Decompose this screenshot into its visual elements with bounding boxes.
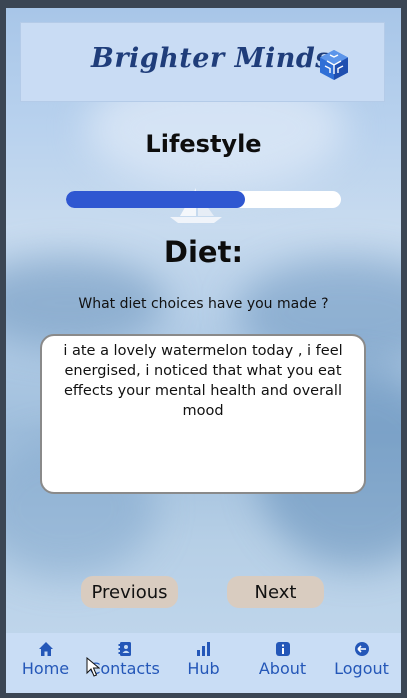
previous-button[interactable]: Previous [81,576,178,608]
section-title: Lifestyle [145,130,262,158]
mouse-cursor-icon [86,657,100,677]
nav-label-hub: Hub [187,659,220,678]
answer-textarea[interactable]: i ate a lovely watermelon today , i feel… [40,334,366,494]
progress-fill [66,191,245,208]
device-frame: Brighter Minds Lifestyle Diet: What diet… [0,0,407,698]
nav-item-hub[interactable]: Hub [168,641,240,678]
app-screen: Brighter Minds Lifestyle Diet: What diet… [6,8,401,693]
nav-item-logout[interactable]: Logout [326,641,398,678]
progress-bar [66,191,341,208]
next-button[interactable]: Next [227,576,324,608]
home-icon [38,642,53,656]
question-text: What diet choices have you made ? [78,296,329,312]
logout-icon [354,642,369,656]
nav-item-home[interactable]: Home [10,641,82,678]
brand-title: Brighter Minds [91,43,331,74]
nav-label-about: About [258,659,307,678]
nav-item-about[interactable]: About [247,641,319,678]
topic-title: Diet: [163,235,244,269]
bottom-nav: Home Contacts Hub About Logout [6,633,401,693]
info-icon [275,642,290,656]
nav-label-logout: Logout [334,659,389,678]
hub-icon [196,642,210,656]
cube-logo-icon [320,50,348,80]
nav-label-home: Home [21,659,70,678]
app-header: Brighter Minds [20,22,385,102]
contacts-icon [118,642,131,656]
